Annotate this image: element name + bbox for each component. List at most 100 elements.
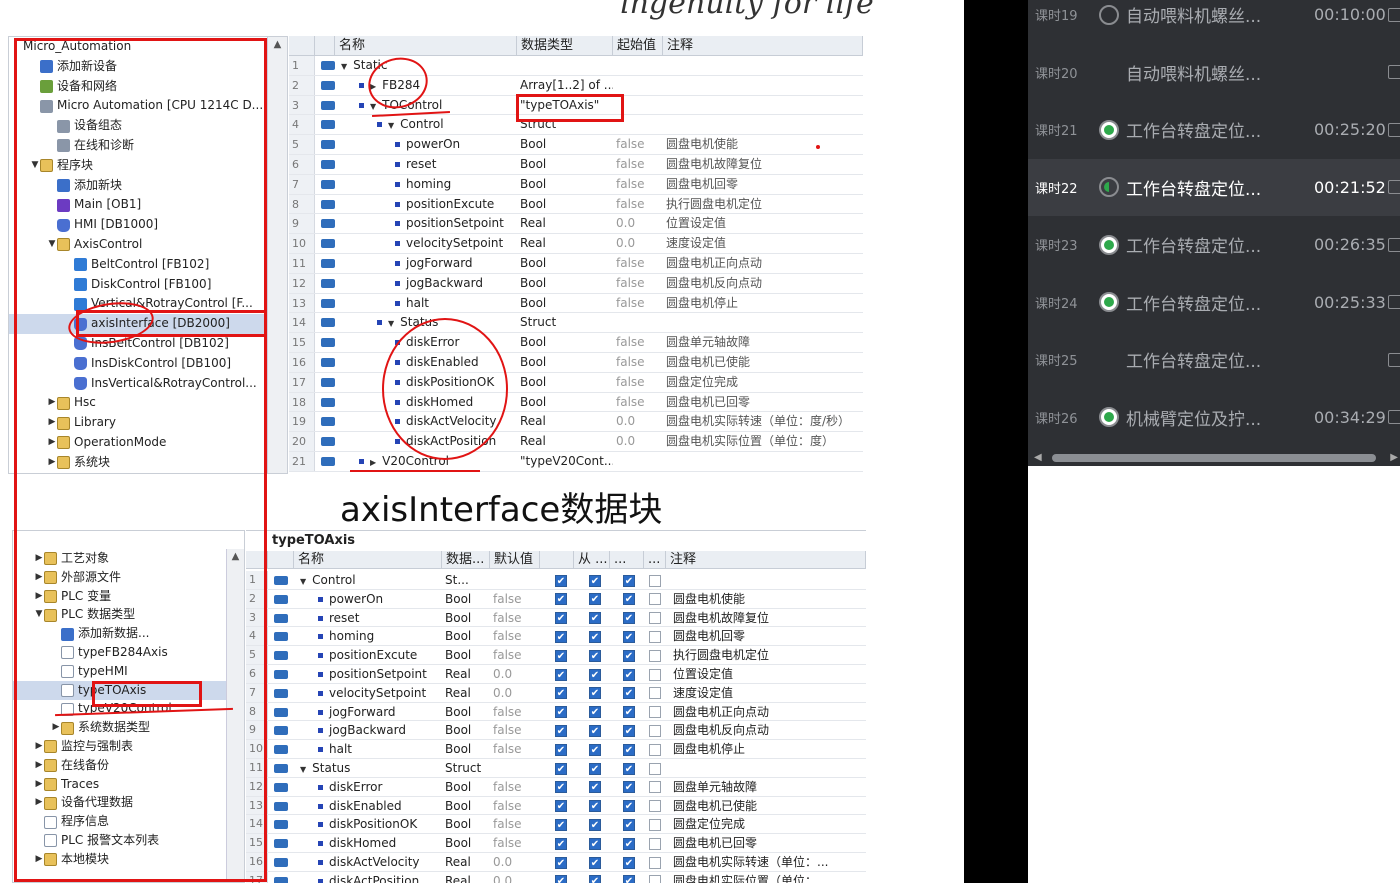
comment-cell[interactable] (663, 452, 863, 471)
variable-name-cell[interactable]: positionExcute (335, 195, 517, 214)
tree-item[interactable]: 添加新数据... (13, 624, 228, 644)
checkbox-cell[interactable]: ✔ (620, 684, 640, 702)
table-row[interactable]: 18 diskHomed Bool false 圆盘电机已回零 (289, 392, 863, 413)
checkbox-cell[interactable]: ✔ (620, 627, 640, 645)
start-value-cell[interactable]: false (613, 254, 663, 273)
play-video-icon[interactable] (1388, 410, 1400, 425)
expand-right-icon[interactable]: ▶ (47, 453, 57, 473)
tree-item[interactable]: ▶ PLC 变量 (13, 587, 228, 607)
checked-checkbox[interactable]: ✔ (589, 668, 601, 681)
start-value-cell[interactable] (613, 313, 663, 332)
tree-item[interactable]: ▶ 本地模块 (13, 850, 228, 870)
variable-name-cell[interactable]: positionExcute (294, 646, 442, 664)
default-value-cell[interactable] (490, 571, 540, 589)
tree-item[interactable]: 添加新块 (9, 176, 287, 196)
tree-scrollbar[interactable]: ▲ (267, 37, 287, 473)
tree-item[interactable]: ▶ 设备代理数据 (13, 793, 228, 813)
checkbox-cell[interactable]: ✔ (552, 853, 572, 871)
expand-right-icon[interactable]: ▶ (47, 413, 57, 433)
variable-name-cell[interactable]: ▼ Status (335, 313, 517, 332)
table-row[interactable]: 10 halt Bool false ✔ ✔ ✔ 圆盘电机停止 (246, 740, 866, 759)
checked-checkbox[interactable]: ✔ (623, 574, 635, 587)
start-value-cell[interactable] (613, 76, 663, 95)
comment-cell[interactable]: 位置设定值 (670, 665, 866, 683)
variable-name-cell[interactable]: diskEnabled (294, 797, 442, 815)
datatype-cell[interactable]: "typeV20Cont... (517, 452, 613, 471)
variable-name-cell[interactable]: jogBackward (294, 721, 442, 739)
datatype-cell[interactable]: Bool (442, 609, 490, 627)
table-row[interactable]: 13 diskEnabled Bool false ✔ ✔ ✔ 圆盘电机已使能 (246, 796, 866, 816)
tree-item[interactable]: InsDiskControl [DB100] (9, 354, 287, 374)
table-row[interactable]: 20 diskActPosition Real 0.0 圆盘电机实际位置（单位：度） (289, 432, 863, 452)
table-row[interactable]: 4 homing Bool false ✔ ✔ ✔ 圆盘电机回零 (246, 627, 866, 647)
lesson-item[interactable]: 课时22 工作台转盘定位... 00:21:52 (1028, 158, 1400, 216)
comment-cell[interactable]: 圆盘电机故障复位 (670, 609, 866, 627)
variable-name-cell[interactable]: ▶ V20Control (335, 452, 517, 471)
table-row[interactable]: 15 diskHomed Bool false ✔ ✔ ✔ 圆盘电机已回零 (246, 834, 866, 853)
checked-checkbox[interactable]: ✔ (623, 593, 635, 606)
tree-item[interactable]: 在线和诊断 (9, 136, 287, 156)
checked-checkbox[interactable]: ✔ (555, 818, 567, 831)
checked-checkbox[interactable]: ✔ (623, 630, 635, 643)
checked-checkbox[interactable]: ✔ (555, 593, 567, 606)
checkbox-cell[interactable]: ✔ (620, 834, 640, 852)
comment-cell[interactable]: 圆盘定位完成 (670, 815, 866, 833)
unchecked-checkbox[interactable] (649, 743, 661, 756)
tree-scrollbar-bottom[interactable]: ▲ (226, 549, 244, 882)
datatype-cell[interactable]: Real (517, 214, 613, 233)
checked-checkbox[interactable]: ✔ (623, 687, 635, 700)
variable-name-cell[interactable]: diskActPosition (335, 432, 517, 451)
checkbox-cell[interactable]: ✔ (552, 815, 572, 833)
play-video-icon[interactable] (1388, 7, 1400, 22)
tree-item[interactable]: 设备组态 (9, 116, 287, 136)
table-row[interactable]: 1 ▼ Control St... ✔ ✔ ✔ (246, 571, 866, 590)
checkbox-cell[interactable]: ✔ (586, 872, 606, 883)
checkbox-cell[interactable]: ✔ (586, 609, 606, 627)
expand-right-icon[interactable]: ▶ (34, 737, 44, 757)
lesson-item[interactable]: 课时26 机械臂定位及拧... 00:34:29 (1028, 389, 1400, 447)
checkbox-cell[interactable]: ✔ (586, 834, 606, 852)
checkbox-cell[interactable]: ✔ (552, 834, 572, 852)
tree-item[interactable]: ▶ OperationMode (9, 433, 287, 453)
unchecked-checkbox[interactable] (649, 668, 661, 681)
checked-checkbox[interactable]: ✔ (555, 781, 567, 794)
datatype-cell[interactable]: Bool (517, 353, 613, 372)
play-video-icon[interactable] (1388, 122, 1400, 137)
tree-item[interactable]: ▶ 工艺对象 (13, 549, 228, 569)
tree-item[interactable]: ▶ 监控与强制表 (13, 737, 228, 757)
checked-checkbox[interactable]: ✔ (589, 800, 601, 813)
datatype-cell[interactable]: Bool (442, 740, 490, 758)
default-value-cell[interactable]: false (490, 721, 540, 739)
collapse-icon[interactable]: ▼ (300, 765, 306, 774)
checked-checkbox[interactable]: ✔ (589, 724, 601, 737)
column-header[interactable]: 起始值 (613, 36, 663, 56)
checked-checkbox[interactable]: ✔ (589, 574, 601, 587)
expand-right-icon[interactable]: ▶ (34, 587, 44, 607)
datatype-cell[interactable]: Real (442, 665, 490, 683)
checkbox-cell[interactable]: ✔ (552, 571, 572, 589)
tree-item[interactable]: DiskControl [FB100] (9, 275, 287, 295)
unchecked-checkbox[interactable] (649, 781, 661, 794)
unchecked-checkbox[interactable] (649, 800, 661, 813)
table-row[interactable]: 5 positionExcute Bool false ✔ ✔ ✔ 执行圆盘电机定位 (246, 646, 866, 665)
datatype-cell[interactable]: Real (442, 684, 490, 702)
comment-cell[interactable]: 圆盘电机反向点动 (670, 721, 866, 739)
tree-item[interactable]: typeTOAxis (13, 680, 228, 701)
variable-name-cell[interactable]: homing (294, 627, 442, 645)
unchecked-checkbox[interactable] (649, 649, 661, 662)
expand-right-icon[interactable]: ▶ (34, 793, 44, 813)
unchecked-checkbox[interactable] (649, 630, 661, 643)
table-row[interactable]: 3 ▼ TOControl "typeTOAxis" (289, 95, 863, 116)
checkbox-cell[interactable]: ✔ (552, 590, 572, 608)
default-value-cell[interactable]: false (490, 834, 540, 852)
datatype-cell[interactable]: Bool (517, 294, 613, 313)
start-value-cell[interactable]: false (613, 393, 663, 412)
comment-cell[interactable]: 位置设定值 (663, 214, 863, 233)
comment-cell[interactable]: 圆盘电机故障复位 (663, 155, 863, 174)
table-row[interactable]: 16 diskActVelocity Real 0.0 ✔ ✔ ✔ 圆盘电机实际转速（单位：.… (246, 853, 866, 872)
checkbox-cell[interactable]: ✔ (620, 703, 640, 721)
play-video-icon[interactable] (1388, 65, 1400, 80)
column-header[interactable]: ... (610, 551, 644, 569)
checked-checkbox[interactable]: ✔ (589, 856, 601, 869)
checkbox-cell[interactable]: ✔ (620, 609, 640, 627)
